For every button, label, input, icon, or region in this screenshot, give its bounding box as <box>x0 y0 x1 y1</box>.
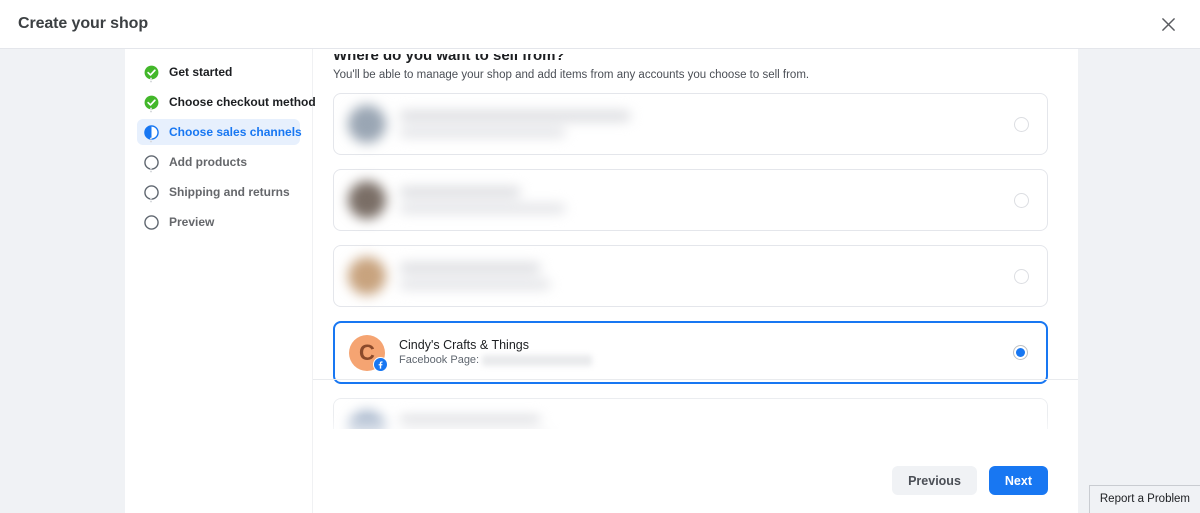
account-card[interactable] <box>333 245 1048 307</box>
account-text <box>400 416 1029 429</box>
sidebar-step-label: Choose checkout method <box>169 95 316 109</box>
redacted-account-content <box>348 105 1014 143</box>
sidebar-step-shipping-and-returns[interactable]: Shipping and returns <box>137 179 300 205</box>
step-connector <box>150 197 152 203</box>
account-card[interactable]: C Cindy's Crafts & Things Facebook Page: <box>333 321 1048 384</box>
redacted-account-content <box>348 410 1029 429</box>
account-card[interactable] <box>333 93 1048 155</box>
sidebar-step-label: Choose sales channels <box>169 125 302 139</box>
account-meta-redacted <box>482 355 593 366</box>
account-card[interactable] <box>333 398 1048 429</box>
account-name: Cindy's Crafts & Things <box>399 338 529 352</box>
account-card[interactable] <box>333 169 1048 231</box>
account-name-redacted <box>400 416 540 426</box>
sidebar-step-label: Shipping and returns <box>169 185 290 199</box>
account-radio[interactable] <box>1014 116 1029 132</box>
account-meta-redacted <box>400 128 565 137</box>
previous-button[interactable]: Previous <box>892 466 977 495</box>
avatar: C <box>349 334 388 372</box>
account-radio[interactable] <box>1013 345 1028 360</box>
redacted-account-content <box>348 181 1014 219</box>
account-radio[interactable] <box>1014 268 1029 284</box>
step-connector <box>150 137 152 143</box>
close-button[interactable] <box>1154 10 1182 38</box>
account-meta-redacted <box>400 280 550 289</box>
list-divider <box>313 379 1078 380</box>
section-title: Where do you want to sell from? <box>333 49 565 64</box>
main-content: Where do you want to sell from? You'll b… <box>313 49 1078 513</box>
sidebar-step-get-started[interactable]: Get started <box>137 59 300 85</box>
sidebar-step-label: Get started <box>169 65 233 79</box>
avatar <box>348 181 386 219</box>
account-radio[interactable] <box>1014 192 1029 208</box>
step-connector <box>150 107 152 113</box>
close-icon <box>1161 17 1175 31</box>
wizard-footer: Previous Next <box>892 466 1048 495</box>
facebook-badge-icon <box>378 360 383 369</box>
account-name-redacted <box>400 111 630 121</box>
content-header: Where do you want to sell from? You'll b… <box>333 49 1048 82</box>
step-connector <box>150 77 152 83</box>
account-name-redacted <box>400 263 540 273</box>
wizard-step-sidebar: Get started Choose checkout method Choose … <box>125 49 316 513</box>
sidebar-step-choose-checkout-method[interactable]: Choose checkout method <box>137 89 316 115</box>
page-background: Get started Choose checkout method Choose … <box>0 49 1200 513</box>
account-text <box>400 111 1014 137</box>
empty-circle-icon <box>143 214 159 230</box>
page-title: Create your shop <box>18 15 148 32</box>
sidebar-step-add-products[interactable]: Add products <box>137 149 300 175</box>
account-text: Cindy's Crafts & Things Facebook Page: <box>399 337 1013 368</box>
account-meta-redacted <box>400 204 565 213</box>
sidebar-step-choose-sales-channels[interactable]: Choose sales channels <box>137 119 302 145</box>
wizard-panel: Get started Choose checkout method Choose … <box>125 49 1078 513</box>
next-button[interactable]: Next <box>988 466 1048 495</box>
account-meta: Facebook Page: <box>399 353 1013 368</box>
account-text <box>400 187 1014 213</box>
redacted-account-content <box>348 257 1014 295</box>
avatar <box>348 410 386 429</box>
empty-circle-icon <box>143 214 159 230</box>
section-subtitle: You'll be able to manage your shop and a… <box>333 69 810 81</box>
report-a-problem-button[interactable]: Report a Problem <box>1088 485 1200 513</box>
avatar <box>348 257 386 295</box>
sidebar-step-preview[interactable]: Preview <box>137 209 300 235</box>
account-text <box>400 263 1014 289</box>
account-meta-label: Facebook Page: <box>399 354 480 366</box>
window-titlebar: Create your shop <box>0 0 1200 49</box>
facebook-badge <box>373 356 388 372</box>
sidebar-step-label: Preview <box>169 215 215 229</box>
account-name-redacted <box>400 187 520 197</box>
sidebar-step-label: Add products <box>169 155 247 169</box>
step-connector <box>150 167 152 173</box>
avatar <box>348 105 386 143</box>
